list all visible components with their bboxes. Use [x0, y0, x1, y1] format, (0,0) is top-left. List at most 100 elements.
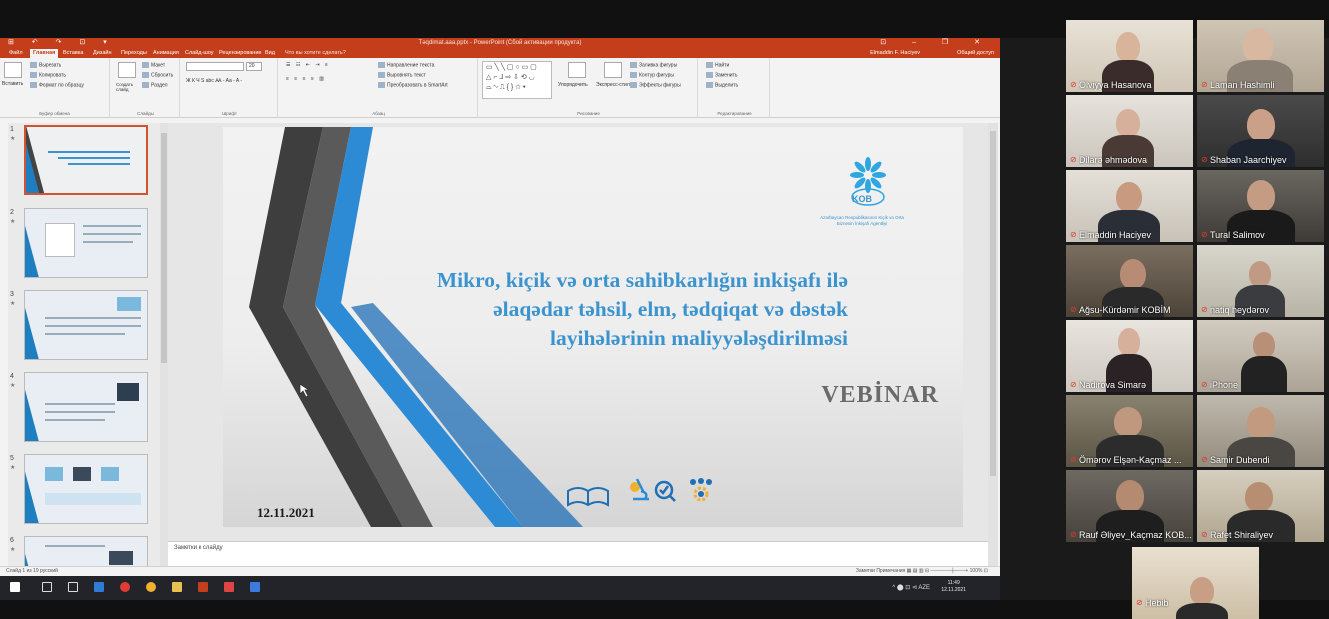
section-button[interactable]: Раздел — [142, 82, 168, 88]
tab-design[interactable]: Дизайн — [90, 49, 115, 58]
ribbon-tabs: Файл Главная Вставка Дизайн Переходы Ани… — [0, 48, 1000, 58]
slide-title[interactable]: Mikro, kiçik və orta sahibkarlığın inkiş… — [223, 266, 848, 353]
participant-tile[interactable]: ⊘ Ömərov Elşən-Kaçmaz ... — [1066, 395, 1193, 467]
thumb-slide-1[interactable] — [24, 125, 148, 195]
cut-button[interactable]: Вырезать — [30, 62, 61, 68]
copy-button[interactable]: Копировать — [30, 72, 66, 78]
paste-button[interactable]: Вставить — [2, 81, 23, 87]
language[interactable]: русский — [40, 568, 58, 574]
thumb-star-icon: ★ — [10, 383, 16, 389]
participant-tile[interactable]: ⊘ Rafet Shiraliyev — [1197, 470, 1324, 542]
replace-button[interactable]: Заменить — [706, 72, 737, 78]
participant-tile[interactable]: ⊘ Olviyya Hasanova — [1066, 20, 1193, 92]
thumb-image — [45, 223, 75, 257]
editor-scrollbar[interactable] — [988, 123, 998, 566]
app-icon[interactable] — [250, 582, 260, 592]
slide-thumbnail-pane[interactable]: 1 ★ 2 ★ 3 ★ 4 ★ 5 ★ 6 ★ — [8, 123, 163, 566]
slide-count: Слайд 1 из 19 — [6, 568, 39, 574]
windows-start-icon[interactable] — [10, 582, 20, 592]
arrange-button[interactable]: Упорядочить — [558, 82, 588, 88]
powerpoint-icon[interactable] — [198, 582, 208, 592]
align-text-button[interactable]: Выровнять текст — [378, 72, 426, 78]
file-explorer-icon[interactable] — [172, 582, 182, 592]
thumb-number: 6 — [10, 537, 14, 544]
participant-tile[interactable]: ⊘ Rauf Əliyev_Kaçmaz KOB... — [1066, 470, 1193, 542]
tab-slideshow[interactable]: Слайд-шоу — [182, 49, 217, 58]
window-controls[interactable]: ⊡ – ❐ ✕ — [880, 38, 992, 48]
fill-icon — [630, 62, 637, 68]
layout-button[interactable]: Макет — [142, 62, 165, 68]
align-buttons[interactable]: ≡ ≡ ≡ ≡ ▥ — [286, 76, 326, 82]
arrange-icon[interactable] — [568, 62, 586, 78]
participant-tile[interactable]: ⊘ Samir Dubendi — [1197, 395, 1324, 467]
status-left: Слайд 1 из 19 русский — [6, 567, 58, 576]
clock[interactable]: 11:49 12.11.2021 — [941, 580, 966, 594]
tab-insert[interactable]: Вставка — [60, 49, 86, 58]
participant-tile[interactable]: ⊘ Ağsu-Kürdəmir KOBİM — [1066, 245, 1193, 317]
slide-subtitle[interactable]: VEBİNAR — [821, 382, 939, 409]
slide-date[interactable]: 12.11.2021 — [257, 505, 315, 521]
quick-styles-button[interactable]: Экспресс-стили — [596, 82, 633, 88]
thumb-slide-5[interactable] — [24, 454, 148, 524]
user-name[interactable]: Elmaddin F. Haciyev — [870, 49, 920, 58]
tab-file[interactable]: Файл — [6, 49, 26, 58]
tell-me-search[interactable]: Что вы хотите сделать? — [282, 49, 349, 58]
share-button[interactable]: Общий доступ — [957, 49, 994, 58]
participant-tile[interactable]: ⊘ iPhone — [1197, 320, 1324, 392]
system-tray[interactable]: ^ ⬤ ⊡ ⊲ AZE — [892, 584, 930, 591]
tab-transitions[interactable]: Переходы — [118, 49, 150, 58]
search-icon[interactable] — [42, 582, 52, 592]
person-head — [1116, 109, 1140, 137]
thumb-slide-2[interactable] — [24, 208, 148, 278]
tab-animations[interactable]: Анимация — [150, 49, 182, 58]
participant-tile[interactable]: ⊘ Laman Hashimli — [1197, 20, 1324, 92]
reset-button[interactable]: Сбросить — [142, 72, 173, 78]
task-view-icon[interactable] — [68, 582, 78, 592]
shape-fill-button[interactable]: Заливка фигуры — [630, 62, 677, 68]
text-direction-button[interactable]: Направление текста — [378, 62, 434, 68]
chrome-icon[interactable] — [146, 582, 156, 592]
pdf-icon[interactable] — [224, 582, 234, 592]
find-button[interactable]: Найти — [706, 62, 729, 68]
participant-tile[interactable]: ⊘ Shaban Jaarchiyev — [1197, 95, 1324, 167]
view-and-zoom-controls[interactable]: Заметки Примечания ▦ ▤ ▥ ⊟ −─────┼───+ 1… — [856, 567, 988, 576]
participant-tile[interactable]: ⊘ natiq heydərov — [1197, 245, 1324, 317]
person-body — [1176, 603, 1228, 619]
thumb-decoration — [25, 291, 44, 359]
participant-tile[interactable]: ⊘ Nadirova Simarə — [1066, 320, 1193, 392]
font-format-row[interactable]: Ж К Ч S abc Ꜳ - Aa - A - — [186, 78, 242, 84]
notes-pane[interactable]: Заметки к слайду — [168, 541, 988, 566]
current-slide[interactable]: KOB Azərbaycan Respublikasının Kiçik və … — [223, 127, 963, 527]
thumbnail-scrollbar[interactable] — [160, 123, 168, 566]
powerpoint-window: ⊞ ↶ ↷ ⊡ ▾ Təqdimat.aaa.pptx - PowerPoint… — [0, 38, 1000, 600]
thumb-slide-4[interactable] — [24, 372, 148, 442]
zoom-app-icon[interactable] — [94, 582, 104, 592]
list-buttons[interactable]: ☰ ☷ ⇤ ⇥ ≡ — [286, 62, 330, 68]
new-slide-button[interactable]: Создать слайд — [116, 82, 140, 92]
participant-tile[interactable]: ⊘ Hebib — [1132, 547, 1259, 619]
font-size-field[interactable]: 20 — [246, 62, 262, 71]
shape-outline-button[interactable]: Контур фигуры — [630, 72, 674, 78]
quick-styles-icon[interactable] — [604, 62, 622, 78]
participant-name: Olviyya Hasanova — [1079, 80, 1152, 90]
font-name-field[interactable] — [186, 62, 244, 71]
tab-home[interactable]: Главная — [30, 49, 59, 58]
select-button[interactable]: Выделить — [706, 82, 738, 88]
thumbnail-scroll-thumb[interactable] — [161, 133, 167, 363]
tab-review[interactable]: Рецензирование — [216, 49, 264, 58]
tab-view[interactable]: Вид — [262, 49, 278, 58]
opera-icon[interactable] — [120, 582, 130, 592]
thumb-slide-6[interactable] — [24, 536, 148, 566]
thumb-slide-3[interactable] — [24, 290, 148, 360]
participant-tile-active-speaker[interactable]: ⊘ Elmaddin Haciyev — [1066, 170, 1193, 242]
muted-mic-icon: ⊘ — [1201, 305, 1208, 314]
participant-tile[interactable]: ⊘ Tural Salimov — [1197, 170, 1324, 242]
format-painter-button[interactable]: Формат по образцу — [30, 82, 84, 88]
smartart-button[interactable]: Преобразовать в SmartArt — [378, 82, 448, 88]
participant-name: Tural Salimov — [1210, 230, 1265, 240]
paste-icon[interactable] — [4, 62, 22, 78]
shape-effects-button[interactable]: Эффекты фигуры — [630, 82, 681, 88]
participant-tile[interactable]: ⊘ Dilarə əhmədova — [1066, 95, 1193, 167]
new-slide-icon[interactable] — [118, 62, 136, 78]
editor-scroll-thumb[interactable] — [990, 131, 996, 476]
